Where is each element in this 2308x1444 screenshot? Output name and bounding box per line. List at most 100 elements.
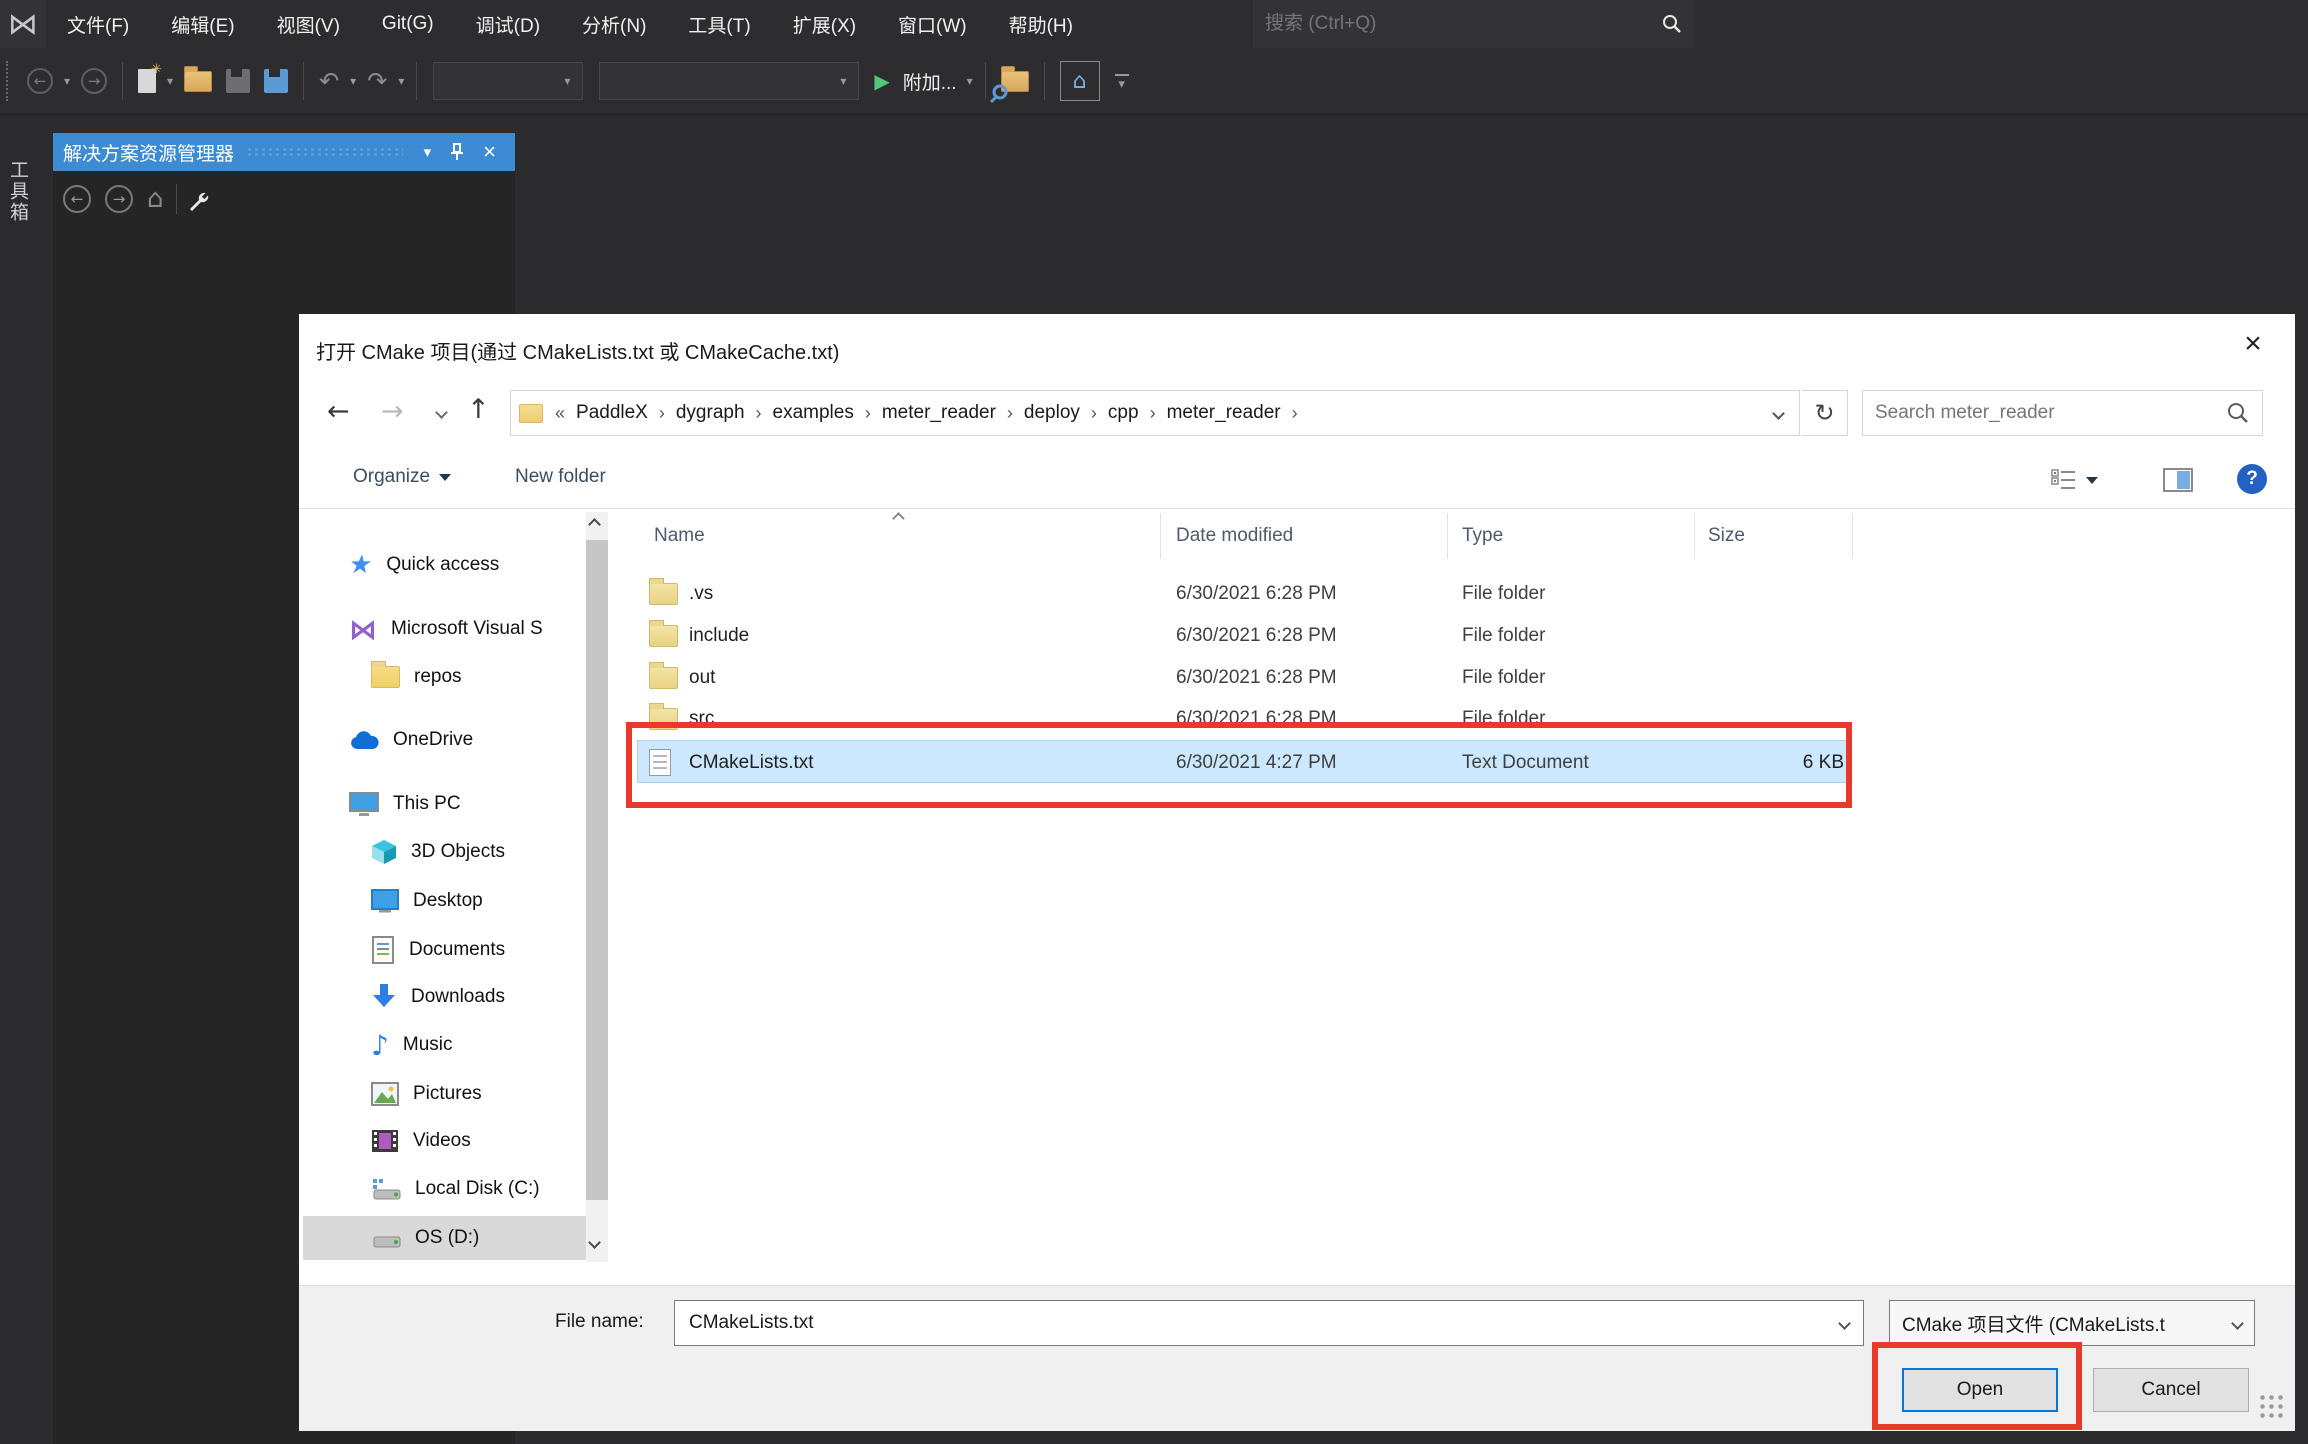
breadcrumb-item-dygraph[interactable]: dygraph xyxy=(667,402,754,424)
preview-pane-button[interactable] xyxy=(2163,468,2193,492)
forward-arrow-icon[interactable]: → xyxy=(381,396,404,427)
view-mode-button[interactable] xyxy=(2051,468,2098,492)
breadcrumb-item-deploy[interactable]: deploy xyxy=(1015,402,1089,424)
scroll-up-icon[interactable] xyxy=(588,518,601,531)
file-type-combo[interactable]: CMake 项目文件 (CMakeLists.t xyxy=(1889,1300,2255,1346)
sidebar-scrollbar[interactable] xyxy=(586,512,608,1262)
sidebar-item-videos[interactable]: Videos xyxy=(371,1119,471,1163)
file-name-dropdown-chevron-icon[interactable] xyxy=(1838,1316,1851,1330)
sidebar-item-local-disk-c[interactable]: Local Disk (C:) xyxy=(371,1167,540,1211)
sidebar-item-onedrive[interactable]: OneDrive xyxy=(349,718,473,762)
sidebar-item-pictures[interactable]: Pictures xyxy=(371,1072,482,1116)
vs-quick-search[interactable] xyxy=(1253,0,1695,48)
help-button[interactable]: ? xyxy=(2237,464,2267,494)
address-dropdown-chevron-icon[interactable] xyxy=(1772,406,1785,420)
new-folder-button[interactable]: New folder xyxy=(515,466,606,488)
attach-button[interactable]: 附加... xyxy=(897,68,963,95)
titlebar-drag-dots xyxy=(246,147,403,157)
sidebar-item-downloads[interactable]: Downloads xyxy=(371,975,505,1019)
menu-item-edit[interactable]: 编辑(E) xyxy=(150,0,255,48)
menu-item-analyze[interactable]: 分析(N) xyxy=(561,0,667,48)
attach-dropdown-icon[interactable]: ▾ xyxy=(963,74,977,88)
menu-item-view[interactable]: 视图(V) xyxy=(256,0,361,48)
home-icon[interactable]: ⌂ xyxy=(147,184,164,214)
find-in-files-button[interactable] xyxy=(989,61,1036,104)
solution-configurations-combo[interactable]: ▾ xyxy=(433,62,584,100)
menu-item-debug[interactable]: 调试(D) xyxy=(455,0,561,48)
menu-item-window[interactable]: 窗口(W) xyxy=(877,0,988,48)
sidebar-label: Quick access xyxy=(386,554,500,575)
file-name-input[interactable] xyxy=(689,1312,1840,1334)
file-type: File folder xyxy=(1462,666,1546,688)
menu-item-git[interactable]: Git(G) xyxy=(361,0,455,48)
sidebar-item-quick-access[interactable]: ★ Quick access xyxy=(347,543,500,587)
scrollbar-thumb[interactable] xyxy=(586,540,608,1200)
new-file-dropdown-icon[interactable]: ▾ xyxy=(163,74,177,88)
solution-platforms-combo[interactable]: ▾ xyxy=(599,62,860,100)
menu-item-help[interactable]: 帮助(H) xyxy=(988,0,1094,48)
save-button[interactable] xyxy=(219,61,257,101)
redo-button[interactable]: ↷ xyxy=(360,61,394,101)
pin-icon[interactable] xyxy=(440,143,474,161)
navigate-back-dropdown-icon[interactable]: ▾ xyxy=(60,74,74,88)
save-all-button[interactable] xyxy=(257,61,295,101)
dialog-close-icon[interactable]: × xyxy=(2227,322,2279,366)
breadcrumb-item-meter-reader[interactable]: meter_reader xyxy=(873,402,1005,424)
up-arrow-icon[interactable]: ↑ xyxy=(467,394,490,425)
file-type-dropdown-chevron-icon[interactable] xyxy=(2231,1316,2244,1330)
vs-search-input[interactable] xyxy=(1265,13,1661,35)
toolbox-tab[interactable]: 工具箱 xyxy=(4,160,31,223)
column-header-name[interactable]: Name xyxy=(654,513,705,559)
file-name-combo[interactable] xyxy=(674,1300,1864,1346)
menu-item-tools[interactable]: 工具(T) xyxy=(667,0,771,48)
toolbar-overflow-button[interactable]: ▾ xyxy=(1107,74,1137,90)
open-file-button[interactable] xyxy=(177,61,219,101)
sidebar-item-documents[interactable]: Documents xyxy=(371,928,505,972)
back-icon[interactable]: ← xyxy=(63,185,91,213)
column-divider xyxy=(1694,513,1695,559)
column-header-date-modified[interactable]: Date modified xyxy=(1176,513,1293,559)
redo-dropdown-icon[interactable]: ▾ xyxy=(394,74,408,88)
recent-locations-chevron-icon[interactable] xyxy=(435,406,448,419)
menu-item-extensions[interactable]: 扩展(X) xyxy=(772,0,877,48)
address-breadcrumb-bar[interactable]: « PaddleX › dygraph › examples › meter_read… xyxy=(510,390,1800,436)
sidebar-item-desktop[interactable]: Desktop xyxy=(371,879,483,923)
menu-item-file[interactable]: 文件(F) xyxy=(46,0,150,48)
undo-button[interactable]: ↶ xyxy=(312,61,346,101)
window-position-dropdown-icon[interactable]: ▾ xyxy=(415,143,441,161)
pictures-icon xyxy=(371,1082,399,1106)
toolbar-drag-grip[interactable] xyxy=(6,61,12,101)
refresh-icon[interactable]: ↻ xyxy=(1802,390,1848,436)
scroll-down-icon[interactable] xyxy=(588,1236,601,1249)
sidebar-item-music[interactable]: ♪ Music xyxy=(371,1023,453,1067)
dialog-search-box[interactable] xyxy=(1862,390,2263,436)
column-header-type[interactable]: Type xyxy=(1462,513,1503,559)
breadcrumb-item-meter-reader-2[interactable]: meter_reader xyxy=(1158,402,1290,424)
forward-icon[interactable]: → xyxy=(105,185,133,213)
start-debug-icon[interactable]: ▶ xyxy=(867,61,896,101)
sidebar-item-this-pc[interactable]: This PC xyxy=(349,782,461,826)
breadcrumb-overflow[interactable]: « xyxy=(553,403,567,424)
navigate-back-button[interactable]: ← xyxy=(20,61,60,101)
breadcrumb-item-cpp[interactable]: cpp xyxy=(1099,402,1148,424)
sidebar-item-os-d[interactable]: OS (D:) xyxy=(371,1216,479,1260)
resize-grip[interactable] xyxy=(2259,1394,2285,1420)
close-icon[interactable]: × xyxy=(474,139,505,165)
column-header-size[interactable]: Size xyxy=(1708,513,1745,559)
breadcrumb-item-paddlex[interactable]: PaddleX xyxy=(567,402,657,424)
wrench-icon[interactable] xyxy=(187,186,213,212)
dialog-search-input[interactable] xyxy=(1875,402,2226,424)
web-browser-home-button[interactable]: ⌂ xyxy=(1053,61,1107,101)
sidebar-item-3d-objects[interactable]: 3D Objects xyxy=(371,830,505,874)
navigate-forward-button[interactable]: → xyxy=(74,61,114,101)
sidebar-item-microsoft-visual-studio[interactable]: ⋈ Microsoft Visual S xyxy=(349,607,543,651)
cancel-button[interactable]: Cancel xyxy=(2093,1368,2249,1412)
solution-explorer-titlebar[interactable]: 解决方案资源管理器 ▾ × xyxy=(53,133,515,171)
sidebar-item-repos[interactable]: repos xyxy=(371,655,462,699)
breadcrumb-item-examples[interactable]: examples xyxy=(764,402,863,424)
new-file-button[interactable] xyxy=(131,61,163,101)
3d-cube-icon xyxy=(372,840,396,864)
back-arrow-icon[interactable]: ← xyxy=(327,396,350,427)
organize-button[interactable]: Organize xyxy=(353,466,452,488)
undo-dropdown-icon[interactable]: ▾ xyxy=(346,74,360,88)
